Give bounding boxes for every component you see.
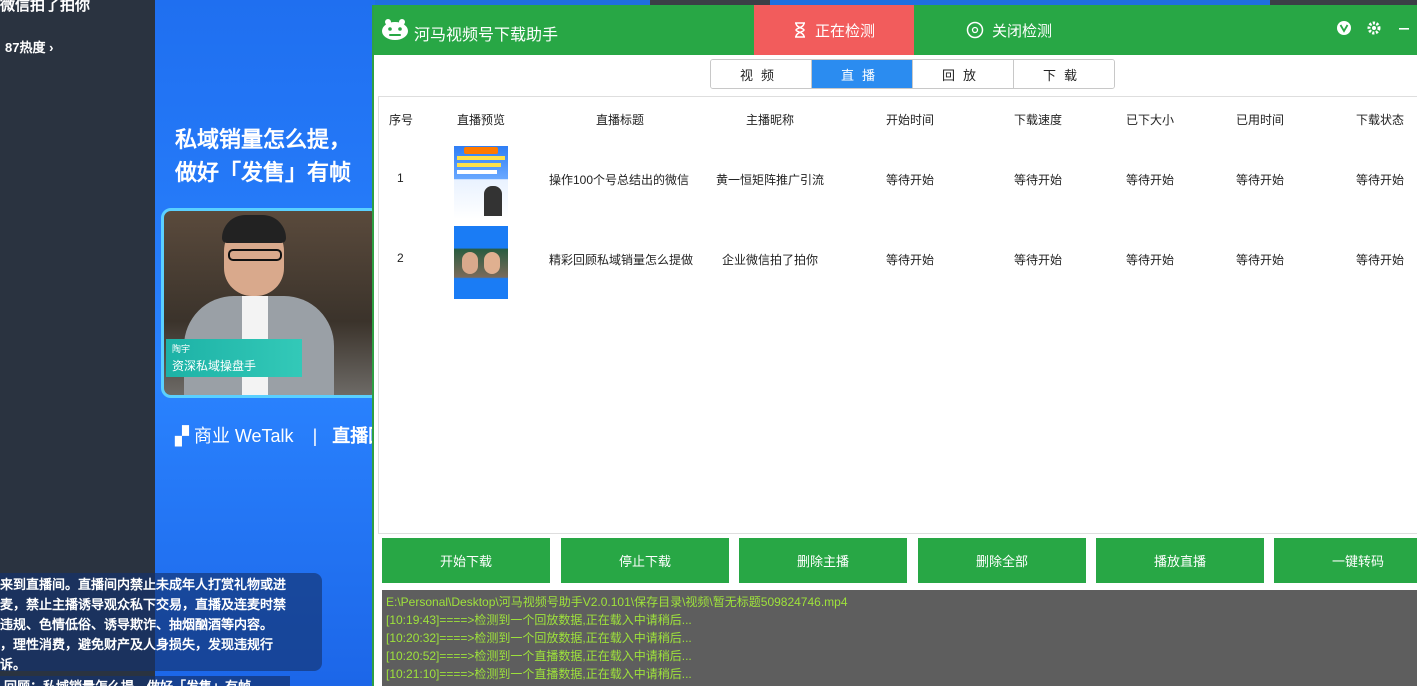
tab-detecting[interactable]: 正在检测 (754, 5, 914, 55)
one-click-transcode-button[interactable]: 一键转码 (1274, 538, 1417, 583)
stop-download-button[interactable]: 停止下载 (561, 538, 729, 583)
hippo-logo-icon (382, 19, 408, 40)
tab-close-detect-label: 关闭检测 (991, 22, 1052, 40)
cell-size: 等待开始 (1126, 253, 1175, 267)
col-header-size: 已下大小 (1126, 113, 1175, 127)
cell-start: 等待开始 (886, 253, 935, 267)
log-line: [10:20:52]====>检测到一个直播数据,正在载入中请稍后... (386, 649, 692, 663)
stream-bottom-caption: 回顾：私域销量怎么提，做好「发售」有帧 (0, 676, 290, 686)
tab-detecting-label: 正在检测 (814, 22, 875, 40)
notice-line: 诉。 (0, 657, 27, 672)
notice-line: 违规、色情低俗、诱导欺诈、抽烟酗酒等内容。 (0, 617, 274, 632)
log-line: [10:21:10]====>检测到一个直播数据,正在载入中请稍后... (386, 667, 692, 681)
live-table: 序号 直播预览 直播标题 主播昵称 开始时间 下载速度 已下大小 已用时间 下载… (378, 96, 1417, 534)
live-preview-thumbnail[interactable] (454, 226, 508, 299)
presenter-name: 陶宇 (172, 344, 191, 354)
presenter-hair (222, 215, 286, 243)
log-line: [10:19:43]====>检测到一个回放数据,正在载入中请稍后... (386, 613, 692, 627)
cell-host: 黄一恒矩阵推广引流 (716, 173, 825, 187)
stream-notice: 来到直播间。直播间内禁止未成年人打赏礼物或进 麦，禁止主播诱导观众私下交易，直播… (0, 573, 322, 672)
col-header-title: 直播标题 (596, 113, 645, 127)
segment-tabs: 视频 直播 回放 下载 (710, 59, 1115, 89)
tab-close-detect[interactable]: 关闭检测 (944, 5, 1074, 55)
live-preview-thumbnail[interactable] (454, 146, 508, 219)
hourglass-icon (794, 22, 805, 38)
cell-speed: 等待开始 (1014, 253, 1063, 267)
title-bar: 河马视频号下载助手 正在检测 关闭检测 (374, 5, 1417, 55)
cell-index: 2 (397, 251, 404, 265)
notice-line: 麦，禁止主播诱导观众私下交易，直播及连麦时禁 (0, 597, 287, 612)
col-header-host: 主播昵称 (746, 113, 795, 127)
col-header-speed: 下载速度 (1014, 113, 1063, 127)
cell-speed: 等待开始 (1014, 173, 1063, 187)
cell-size: 等待开始 (1126, 173, 1175, 187)
settings-gear-icon[interactable] (1366, 20, 1382, 36)
play-live-button[interactable]: 播放直播 (1096, 538, 1264, 583)
app-window: 河马视频号下载助手 正在检测 关闭检测 视频 直播 回放 下载 序号 直播预览 … (372, 5, 1417, 686)
cell-index: 1 (397, 171, 404, 185)
stop-circle-icon (966, 21, 984, 39)
col-header-index: 序号 (389, 113, 414, 127)
background-heat: 87热度 › (5, 40, 54, 55)
cell-status: 等待开始 (1356, 173, 1405, 187)
notice-line: ，理性消费，避免财产及人身损失，发现违规行 (0, 637, 274, 652)
log-line: [10:20:32]====>检测到一个回放数据,正在载入中请稍后... (386, 631, 692, 645)
delete-all-button[interactable]: 删除全部 (918, 538, 1086, 583)
presenter-title: 资深私域操盘手 (172, 359, 257, 373)
cell-elapsed: 等待开始 (1236, 253, 1285, 267)
seg-tab-live[interactable]: 直播 (812, 60, 913, 88)
delete-host-button[interactable]: 删除主播 (739, 538, 907, 583)
cell-elapsed: 等待开始 (1236, 173, 1285, 187)
cell-title: 操作100个号总结出的微信 (549, 173, 690, 187)
cell-start: 等待开始 (886, 173, 935, 187)
seg-tab-video[interactable]: 视频 (711, 60, 812, 88)
background-top-title: 微信拍了拍你 (0, 0, 91, 14)
stream-video: 陶宇 资深私域操盘手 (161, 208, 375, 398)
col-header-status: 下载状态 (1356, 113, 1405, 127)
cell-status: 等待开始 (1356, 253, 1405, 267)
start-download-button[interactable]: 开始下载 (382, 538, 550, 583)
minimize-icon[interactable] (1396, 20, 1412, 36)
seg-tab-download[interactable]: 下载 (1014, 60, 1114, 88)
notice-line: 来到直播间。直播间内禁止未成年人打赏礼物或进 (0, 577, 287, 592)
col-header-preview: 直播预览 (457, 113, 506, 127)
table-row[interactable]: 2 精彩回顾私域销量怎么提做 企业微信拍了拍你 等待开始 等待开始 等待开始 等… (379, 221, 1417, 301)
col-header-elapsed: 已用时间 (1236, 113, 1285, 127)
log-panel[interactable]: E:\Personal\Desktop\河马视频号助手V2.0.101\保存目录… (382, 590, 1417, 686)
seg-tab-replay[interactable]: 回放 (913, 60, 1014, 88)
cell-host: 企业微信拍了拍你 (722, 253, 819, 267)
presenter-name-tag: 陶宇 资深私域操盘手 (166, 339, 302, 377)
window-controls (1336, 20, 1412, 36)
stream-headline-1: 私域销量怎么提， (175, 127, 352, 152)
vip-icon[interactable] (1336, 20, 1352, 36)
stream-brand: ▞ 商业 WeTalk | 直播回 (175, 426, 375, 446)
cell-title: 精彩回顾私域销量怎么提做 (549, 253, 693, 267)
presenter-glasses (228, 249, 282, 261)
table-row[interactable]: 1 操作100个号总结出的微信 黄一恒矩阵推广引流 等待开始 等待开始 等待开始… (379, 141, 1417, 221)
action-buttons: 开始下载 停止下载 删除主播 删除全部 播放直播 一键转码 (382, 538, 1417, 583)
stream-headline-2: 做好「发售」有帧 (175, 160, 352, 185)
wetalk-logo-icon: ▞ (175, 426, 189, 446)
log-line: E:\Personal\Desktop\河马视频号助手V2.0.101\保存目录… (386, 595, 848, 609)
app-title: 河马视频号下载助手 (414, 27, 559, 44)
col-header-start: 开始时间 (886, 113, 935, 127)
